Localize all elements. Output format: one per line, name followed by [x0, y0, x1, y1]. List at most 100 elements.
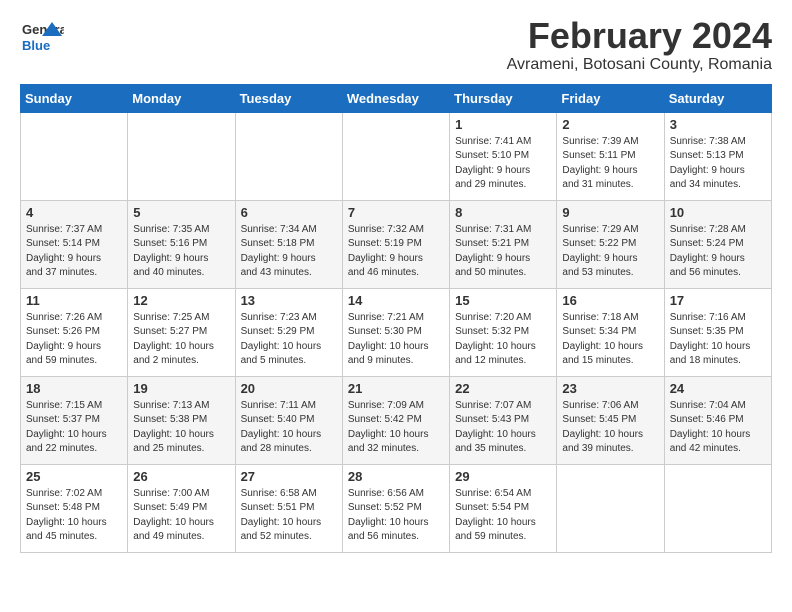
- calendar-header: Sunday Monday Tuesday Wednesday Thursday…: [21, 84, 772, 112]
- calendar-cell: 15 Sunrise: 7:20 AM Sunset: 5:32 PM Dayli…: [450, 288, 557, 376]
- header-thursday: Thursday: [450, 84, 557, 112]
- calendar-row: 4Sunrise: 7:37 AM Sunset: 5:14 PM Daylig…: [21, 200, 772, 288]
- day-number: 13: [241, 293, 337, 308]
- calendar-cell: 23Sunrise: 7:06 AM Sunset: 5:45 PM Dayli…: [557, 376, 664, 464]
- day-info: Sunrise: 7:20 AM Sunset: 5:32 PM Dayligh…: [455, 311, 551, 369]
- day-info: Sunrise: 6:54 AM Sunset: 5:54 PM Dayligh…: [455, 487, 551, 545]
- day-number: 26: [133, 469, 229, 484]
- calendar-cell: 18 Sunrise: 7:15 AM Sunset: 5:37 PM Dayli…: [21, 376, 128, 464]
- header-friday: Friday: [557, 84, 664, 112]
- day-info: Sunrise: 7:16 AM Sunset: 5:35 PM Dayligh…: [670, 311, 766, 369]
- day-info: Sunrise: 7:04 AM Sunset: 5:46 PM Dayligh…: [670, 399, 766, 457]
- day-number: 12: [133, 293, 229, 308]
- day-info: Sunrise: 6:58 AM Sunset: 5:51 PM Dayligh…: [241, 487, 337, 545]
- calendar-cell: 24 Sunrise: 7:04 AM Sunset: 5:46 PM Dayli…: [664, 376, 771, 464]
- calendar-cell: 4Sunrise: 7:37 AM Sunset: 5:14 PM Daylig…: [21, 200, 128, 288]
- day-number: 17: [670, 293, 766, 308]
- title-area: February 2024 Avrameni, Botosani County,…: [507, 16, 772, 74]
- day-info: Sunrise: 7:00 AM Sunset: 5:49 PM Dayligh…: [133, 487, 229, 545]
- day-info: Sunrise: 7:23 AM Sunset: 5:29 PM Dayligh…: [241, 311, 337, 369]
- day-info: Sunrise: 7:39 AM Sunset: 5:11 PM Dayligh…: [562, 135, 658, 193]
- day-number: 11: [26, 293, 122, 308]
- calendar-cell: [557, 464, 664, 552]
- header-monday: Monday: [128, 84, 235, 112]
- day-number: 20: [241, 381, 337, 396]
- day-info: Sunrise: 6:56 AM Sunset: 5:52 PM Dayligh…: [348, 487, 444, 545]
- calendar-row: 18 Sunrise: 7:15 AM Sunset: 5:37 PM Dayli…: [21, 376, 772, 464]
- day-number: 16: [562, 293, 658, 308]
- location-title: Avrameni, Botosani County, Romania: [507, 56, 772, 74]
- day-info: Sunrise: 7:15 AM Sunset: 5:37 PM Dayligh…: [26, 399, 122, 457]
- calendar-cell: 13 Sunrise: 7:23 AM Sunset: 5:29 PM Dayli…: [235, 288, 342, 376]
- day-number: 24: [670, 381, 766, 396]
- month-title: February 2024: [507, 16, 772, 56]
- calendar-cell: [128, 112, 235, 200]
- day-number: 19: [133, 381, 229, 396]
- calendar-cell: 8Sunrise: 7:31 AM Sunset: 5:21 PM Daylig…: [450, 200, 557, 288]
- day-number: 27: [241, 469, 337, 484]
- day-info: Sunrise: 7:02 AM Sunset: 5:48 PM Dayligh…: [26, 487, 122, 545]
- calendar-cell: 7 Sunrise: 7:32 AM Sunset: 5:19 PM Daylig…: [342, 200, 449, 288]
- calendar-cell: 26 Sunrise: 7:00 AM Sunset: 5:49 PM Dayli…: [128, 464, 235, 552]
- day-number: 29: [455, 469, 551, 484]
- day-info: Sunrise: 7:21 AM Sunset: 5:30 PM Dayligh…: [348, 311, 444, 369]
- day-number: 4: [26, 205, 122, 220]
- day-number: 22: [455, 381, 551, 396]
- calendar-cell: 22 Sunrise: 7:07 AM Sunset: 5:43 PM Dayli…: [450, 376, 557, 464]
- calendar-cell: 3Sunrise: 7:38 AM Sunset: 5:13 PM Daylig…: [664, 112, 771, 200]
- calendar-cell: [664, 464, 771, 552]
- day-info: Sunrise: 7:25 AM Sunset: 5:27 PM Dayligh…: [133, 311, 229, 369]
- logo: General Blue: [20, 16, 64, 60]
- calendar-row: 25Sunrise: 7:02 AM Sunset: 5:48 PM Dayli…: [21, 464, 772, 552]
- day-number: 21: [348, 381, 444, 396]
- calendar-cell: 21Sunrise: 7:09 AM Sunset: 5:42 PM Dayli…: [342, 376, 449, 464]
- day-info: Sunrise: 7:32 AM Sunset: 5:19 PM Dayligh…: [348, 223, 444, 281]
- calendar-cell: 10 Sunrise: 7:28 AM Sunset: 5:24 PM Dayli…: [664, 200, 771, 288]
- calendar-body: 1Sunrise: 7:41 AM Sunset: 5:10 PM Daylig…: [21, 112, 772, 552]
- calendar-cell: 2 Sunrise: 7:39 AM Sunset: 5:11 PM Daylig…: [557, 112, 664, 200]
- calendar-row: 11 Sunrise: 7:26 AM Sunset: 5:26 PM Dayli…: [21, 288, 772, 376]
- calendar-cell: 25Sunrise: 7:02 AM Sunset: 5:48 PM Dayli…: [21, 464, 128, 552]
- day-info: Sunrise: 7:28 AM Sunset: 5:24 PM Dayligh…: [670, 223, 766, 281]
- day-number: 28: [348, 469, 444, 484]
- day-number: 8: [455, 205, 551, 220]
- day-number: 18: [26, 381, 122, 396]
- calendar-cell: 5 Sunrise: 7:35 AM Sunset: 5:16 PM Daylig…: [128, 200, 235, 288]
- day-info: Sunrise: 7:18 AM Sunset: 5:34 PM Dayligh…: [562, 311, 658, 369]
- calendar-cell: 17 Sunrise: 7:16 AM Sunset: 5:35 PM Dayli…: [664, 288, 771, 376]
- calendar-cell: 9 Sunrise: 7:29 AM Sunset: 5:22 PM Daylig…: [557, 200, 664, 288]
- day-number: 6: [241, 205, 337, 220]
- day-number: 23: [562, 381, 658, 396]
- day-number: 14: [348, 293, 444, 308]
- header-tuesday: Tuesday: [235, 84, 342, 112]
- day-number: 2: [562, 117, 658, 132]
- svg-text:Blue: Blue: [22, 38, 50, 53]
- header-row: Sunday Monday Tuesday Wednesday Thursday…: [21, 84, 772, 112]
- day-info: Sunrise: 7:26 AM Sunset: 5:26 PM Dayligh…: [26, 311, 122, 369]
- calendar-cell: 27 Sunrise: 6:58 AM Sunset: 5:51 PM Dayli…: [235, 464, 342, 552]
- day-info: Sunrise: 7:29 AM Sunset: 5:22 PM Dayligh…: [562, 223, 658, 281]
- calendar-cell: 1Sunrise: 7:41 AM Sunset: 5:10 PM Daylig…: [450, 112, 557, 200]
- day-info: Sunrise: 7:07 AM Sunset: 5:43 PM Dayligh…: [455, 399, 551, 457]
- day-info: Sunrise: 7:34 AM Sunset: 5:18 PM Dayligh…: [241, 223, 337, 281]
- calendar-row: 1Sunrise: 7:41 AM Sunset: 5:10 PM Daylig…: [21, 112, 772, 200]
- calendar-cell: 19Sunrise: 7:13 AM Sunset: 5:38 PM Dayli…: [128, 376, 235, 464]
- header-saturday: Saturday: [664, 84, 771, 112]
- calendar-cell: 16 Sunrise: 7:18 AM Sunset: 5:34 PM Dayli…: [557, 288, 664, 376]
- calendar-cell: [342, 112, 449, 200]
- day-number: 9: [562, 205, 658, 220]
- day-number: 10: [670, 205, 766, 220]
- header-sunday: Sunday: [21, 84, 128, 112]
- header-wednesday: Wednesday: [342, 84, 449, 112]
- day-number: 1: [455, 117, 551, 132]
- calendar-cell: 28 Sunrise: 6:56 AM Sunset: 5:52 PM Dayli…: [342, 464, 449, 552]
- calendar-table: Sunday Monday Tuesday Wednesday Thursday…: [20, 84, 772, 553]
- calendar-cell: [21, 112, 128, 200]
- day-number: 5: [133, 205, 229, 220]
- calendar-cell: 14 Sunrise: 7:21 AM Sunset: 5:30 PM Dayli…: [342, 288, 449, 376]
- calendar-cell: 11 Sunrise: 7:26 AM Sunset: 5:26 PM Dayli…: [21, 288, 128, 376]
- day-number: 7: [348, 205, 444, 220]
- day-info: Sunrise: 7:38 AM Sunset: 5:13 PM Dayligh…: [670, 135, 766, 193]
- day-number: 15: [455, 293, 551, 308]
- day-info: Sunrise: 7:35 AM Sunset: 5:16 PM Dayligh…: [133, 223, 229, 281]
